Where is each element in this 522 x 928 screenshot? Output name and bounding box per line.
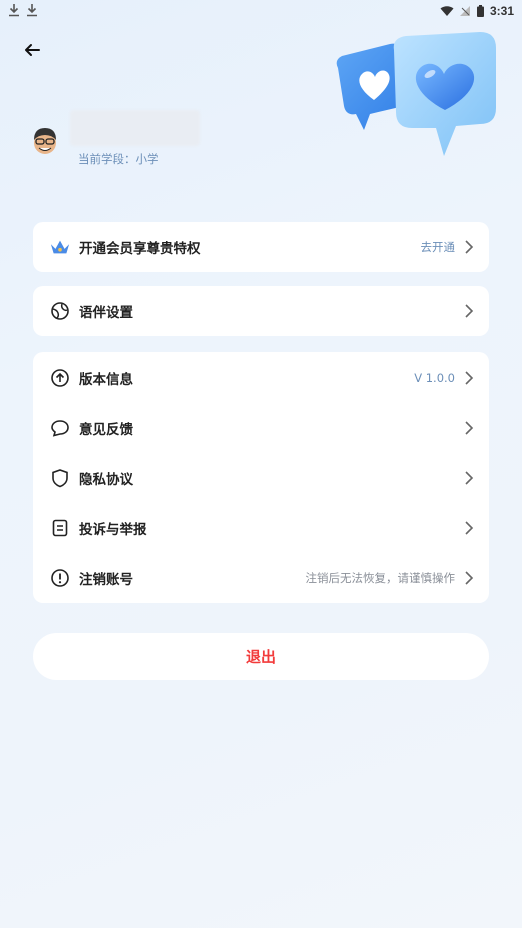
grade-stage-text: 当前学段：小学: [78, 152, 159, 166]
chevron-right-icon: [465, 240, 474, 254]
version-label: 版本信息: [79, 372, 133, 388]
chevron-right-icon: [465, 421, 474, 435]
back-arrow-icon: [25, 44, 40, 56]
status-bar: 3:31: [0, 0, 522, 24]
cancel-account-label: 注销账号: [79, 572, 133, 588]
chevron-right-icon: [465, 521, 474, 535]
logout-button[interactable]: 退出: [33, 633, 489, 680]
report-row[interactable]: 投诉与举报: [33, 503, 489, 553]
cancel-account-warning: 注销后无法恢复，请谨慎操作: [305, 571, 456, 585]
vip-row[interactable]: 开通会员享尊贵特权 去开通: [33, 222, 489, 272]
download-icon: [27, 4, 37, 17]
battery-icon: [476, 5, 484, 17]
version-info-row[interactable]: 版本信息 V 1.0.0: [33, 353, 489, 403]
document-icon: [50, 518, 70, 538]
chat-bubble-icon: [50, 418, 70, 438]
chevron-right-icon: [465, 571, 474, 585]
feedback-label: 意见反馈: [79, 422, 133, 438]
profile-section[interactable]: 当前学段：小学: [30, 110, 330, 170]
cancel-account-row[interactable]: 注销账号 注销后无法恢复，请谨慎操作: [33, 553, 489, 603]
feedback-row[interactable]: 意见反馈: [33, 403, 489, 453]
wifi-icon: [440, 6, 454, 16]
report-label: 投诉与举报: [79, 522, 147, 538]
vip-action[interactable]: 去开通: [421, 239, 456, 255]
globe-icon: [50, 301, 70, 321]
alert-circle-icon: [50, 568, 70, 588]
vip-card: 开通会员享尊贵特权 去开通: [33, 222, 489, 272]
companion-label: 语伴设置: [79, 305, 133, 321]
privacy-label: 隐私协议: [79, 472, 133, 488]
download-icon: [9, 4, 19, 17]
companion-settings-row[interactable]: 语伴设置: [33, 286, 489, 336]
back-button[interactable]: [22, 40, 46, 60]
shield-icon: [50, 468, 70, 488]
arrow-up-circle-icon: [50, 368, 70, 388]
heart-bubbles-illustration: [336, 32, 496, 156]
chevron-right-icon: [465, 371, 474, 385]
privacy-row[interactable]: 隐私协议: [33, 453, 489, 503]
signal-icon: [459, 6, 470, 16]
chevron-right-icon: [465, 471, 474, 485]
version-value: V 1.0.0: [414, 371, 455, 385]
companion-card: 语伴设置: [33, 286, 489, 336]
clock: 3:31: [489, 4, 514, 18]
username-placeholder: [70, 110, 200, 146]
avatar: [34, 128, 56, 154]
vip-label: 开通会员享尊贵特权: [79, 241, 201, 257]
crown-icon: [50, 237, 70, 257]
chevron-right-icon: [465, 304, 474, 318]
settings-menu-card: 版本信息 V 1.0.0 意见反馈 隐私协议 投诉与举报 注销账号 注销后无法恢…: [33, 352, 489, 603]
